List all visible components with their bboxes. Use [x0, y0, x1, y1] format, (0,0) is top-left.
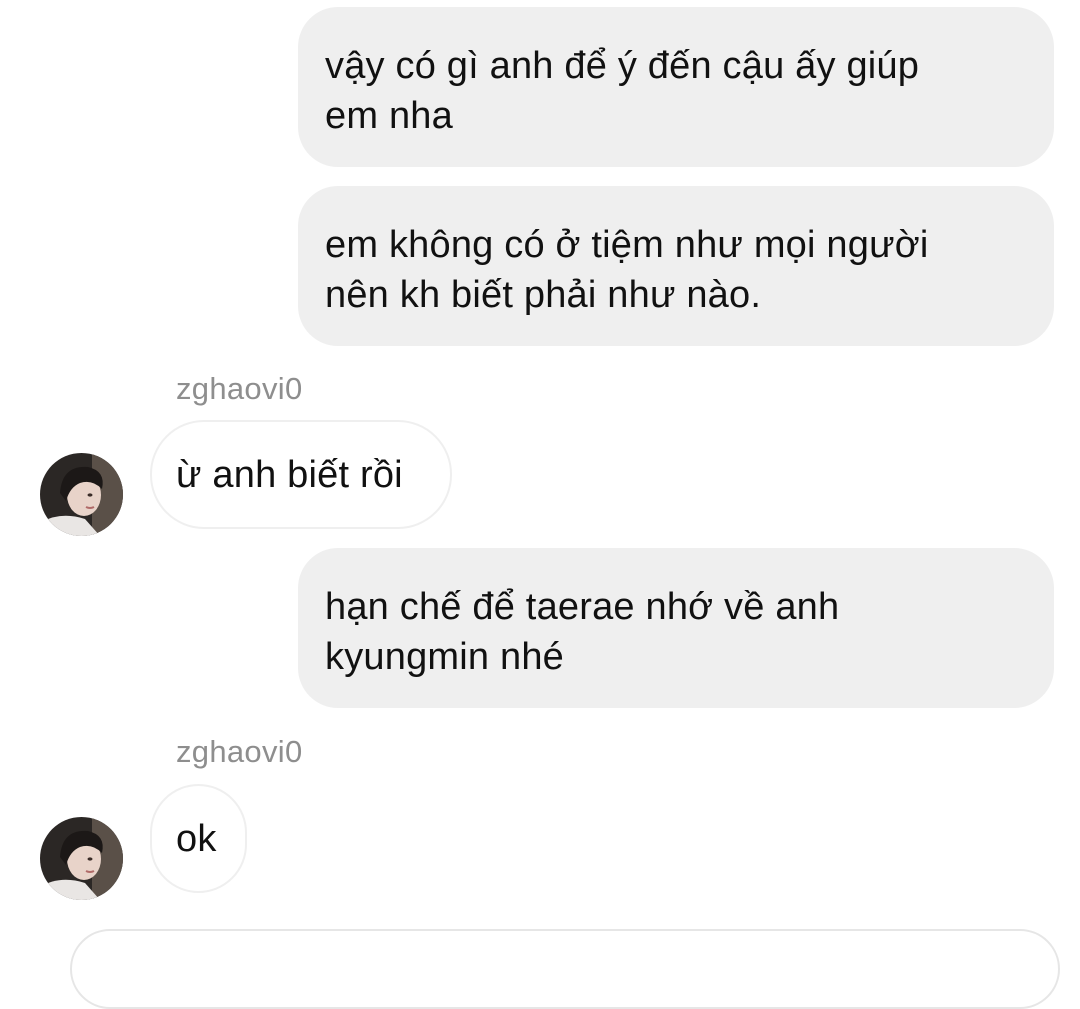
sender-username[interactable]: zghaovi0: [176, 734, 303, 770]
message-text-line: nên kh biết phải như nào.: [325, 274, 762, 316]
received-message-bubble[interactable]: ok: [150, 784, 247, 893]
sent-message-bubble[interactable]: hạn chế để taerae nhớ về anh kyungmin nh…: [298, 548, 1054, 708]
message-text-line: kyungmin nhé: [325, 636, 564, 678]
sent-message-bubble[interactable]: vậy có gì anh để ý đến cậu ấy giúp em nh…: [298, 7, 1054, 167]
message-composer-input[interactable]: [70, 929, 1060, 1009]
sender-avatar-icon[interactable]: [40, 817, 123, 900]
message-text-line: ừ anh biết rồi: [176, 454, 403, 496]
message-text-line: ok: [176, 818, 217, 860]
message-text-line: vậy có gì anh để ý đến cậu ấy giúp: [325, 45, 920, 87]
message-text-line: em không có ở tiệm như mọi người: [325, 224, 929, 266]
sender-avatar-icon[interactable]: [40, 453, 123, 536]
sent-message-bubble[interactable]: em không có ở tiệm như mọi người nên kh …: [298, 186, 1054, 346]
chat-thread: vậy có gì anh để ý đến cậu ấy giúp em nh…: [0, 0, 1080, 1009]
received-message-bubble[interactable]: ừ anh biết rồi: [150, 420, 452, 529]
message-text-line: em nha: [325, 95, 453, 137]
message-text-line: hạn chế để taerae nhớ về anh: [325, 586, 840, 628]
sender-username[interactable]: zghaovi0: [176, 371, 303, 407]
